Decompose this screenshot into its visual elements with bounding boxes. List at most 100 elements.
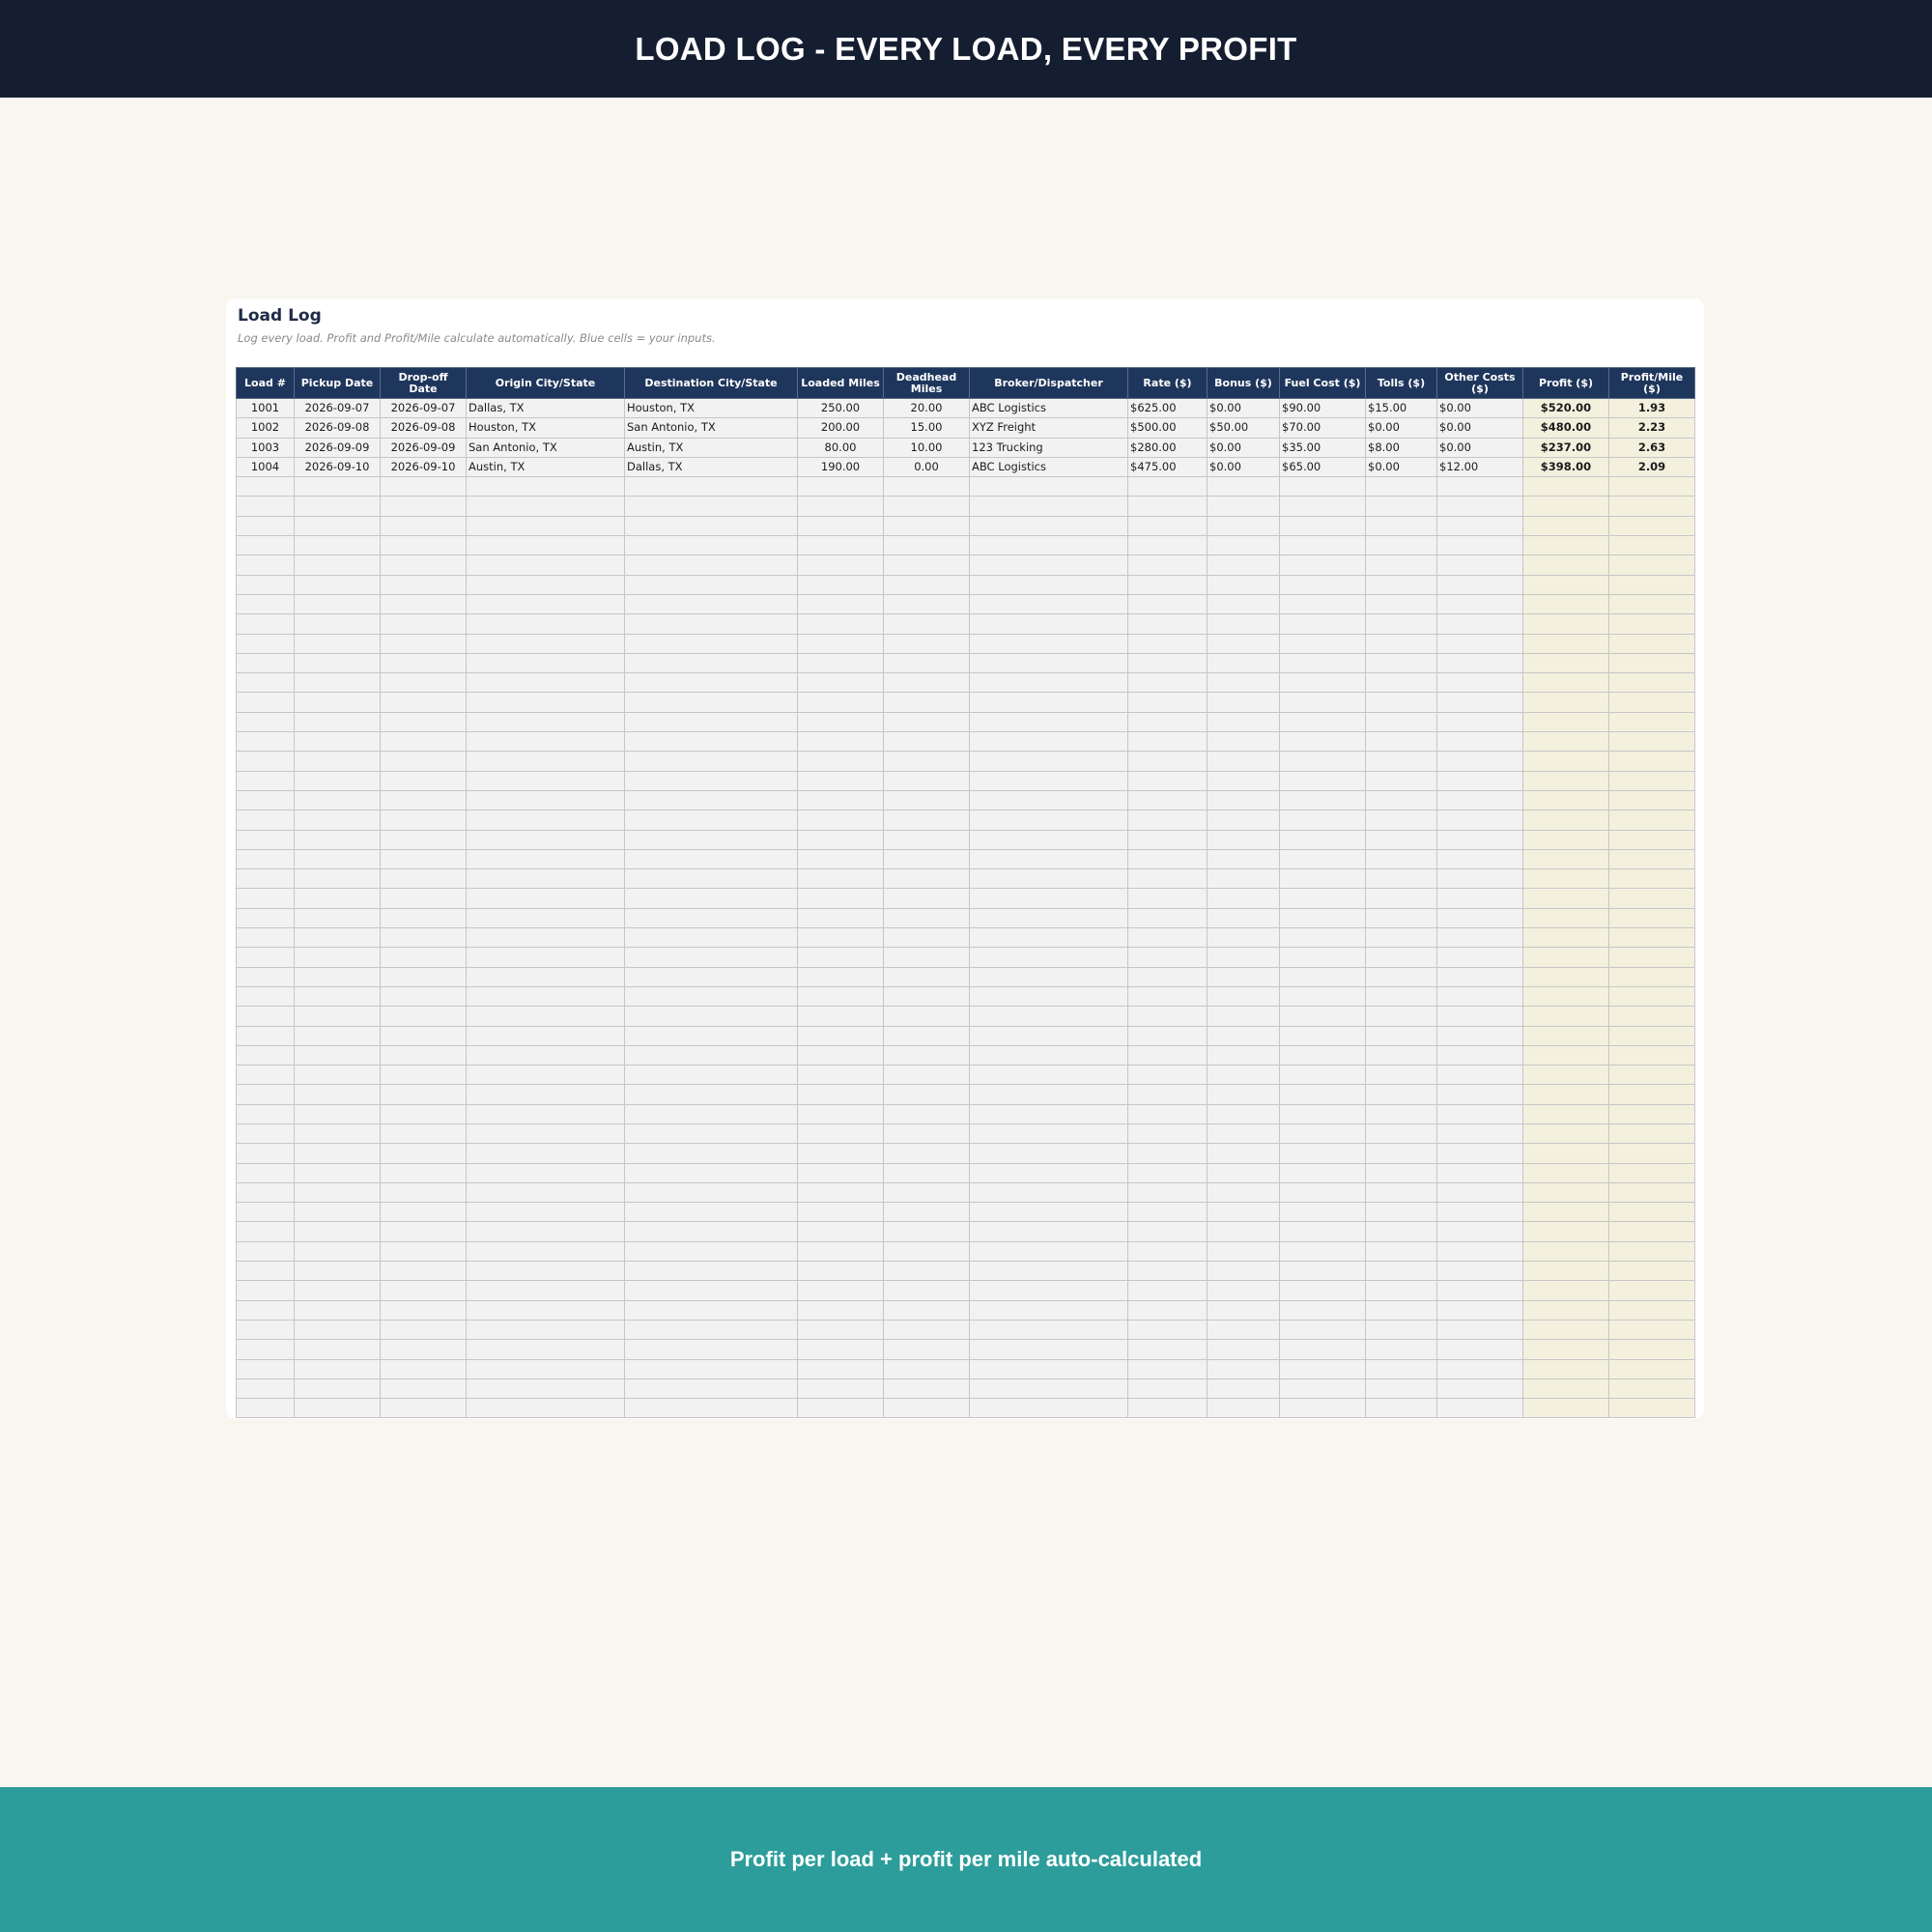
cell-profit-per-mile[interactable]: 1.93 [1608,397,1695,419]
empty-cell-profit[interactable] [1522,1181,1609,1204]
empty-cell-profit[interactable] [1522,1084,1609,1105]
empty-cell-tolls[interactable] [1365,476,1437,497]
cell-bonus[interactable]: $0.00 [1207,397,1280,419]
empty-cell-tolls[interactable] [1365,1025,1437,1046]
empty-cell-destination[interactable] [624,985,798,1008]
cell-profit-per-mile[interactable]: 2.23 [1608,417,1695,439]
empty-cell-pickup-date[interactable] [294,1065,381,1086]
empty-cell-origin[interactable] [466,770,625,791]
empty-cell-broker[interactable] [969,1103,1128,1124]
empty-cell-rate[interactable] [1127,1339,1208,1360]
empty-cell-loaded-miles[interactable] [797,888,884,909]
empty-cell-broker[interactable] [969,711,1128,733]
empty-cell-loaded-miles[interactable] [797,1221,884,1242]
cell-broker[interactable]: 123 Trucking [969,437,1128,458]
empty-cell-tolls[interactable] [1365,692,1437,713]
empty-cell-profit[interactable] [1522,672,1609,694]
empty-cell-broker[interactable] [969,1181,1128,1204]
empty-cell-fuel-cost[interactable] [1279,1044,1366,1066]
empty-cell-deadhead-miles[interactable] [883,1280,970,1301]
empty-cell-pickup-date[interactable] [294,1319,381,1341]
empty-cell-dropoff-date[interactable] [380,966,467,987]
empty-cell-broker[interactable] [969,1065,1128,1086]
empty-cell-deadhead-miles[interactable] [883,476,970,497]
empty-cell-pickup-date[interactable] [294,751,381,772]
empty-cell-tolls[interactable] [1365,652,1437,674]
empty-cell-origin[interactable] [466,515,625,537]
empty-cell-destination[interactable] [624,1181,798,1204]
empty-cell-profit-per-mile[interactable] [1608,1358,1695,1379]
empty-cell-profit-per-mile[interactable] [1608,554,1695,576]
empty-cell-tolls[interactable] [1365,672,1437,694]
empty-cell-load-number[interactable] [236,1339,295,1360]
empty-cell-destination[interactable] [624,496,798,517]
empty-cell-loaded-miles[interactable] [797,1319,884,1341]
empty-cell-load-number[interactable] [236,711,295,733]
empty-cell-bonus[interactable] [1207,1103,1280,1124]
empty-cell-deadhead-miles[interactable] [883,1221,970,1242]
cell-destination[interactable]: Dallas, TX [624,456,798,478]
empty-cell-pickup-date[interactable] [294,810,381,831]
cell-load-number[interactable]: 1001 [236,397,295,419]
cell-tolls[interactable]: $8.00 [1365,437,1437,458]
empty-cell-origin[interactable] [466,848,625,870]
empty-cell-origin[interactable] [466,1261,625,1282]
empty-cell-other-costs[interactable] [1436,1221,1523,1242]
empty-cell-deadhead-miles[interactable] [883,1162,970,1183]
empty-cell-pickup-date[interactable] [294,1162,381,1183]
empty-cell-destination[interactable] [624,1202,798,1223]
empty-cell-destination[interactable] [624,789,798,811]
empty-cell-destination[interactable] [624,613,798,635]
empty-cell-bonus[interactable] [1207,947,1280,968]
empty-cell-load-number[interactable] [236,1122,295,1145]
empty-cell-fuel-cost[interactable] [1279,554,1366,576]
empty-cell-destination[interactable] [624,1358,798,1379]
empty-cell-other-costs[interactable] [1436,1398,1523,1419]
empty-cell-fuel-cost[interactable] [1279,1358,1366,1379]
empty-cell-fuel-cost[interactable] [1279,476,1366,497]
empty-cell-dropoff-date[interactable] [380,985,467,1008]
column-header-destination[interactable]: Destination City/State [624,367,798,399]
empty-cell-rate[interactable] [1127,1122,1208,1145]
empty-cell-bonus[interactable] [1207,1261,1280,1282]
empty-cell-loaded-miles[interactable] [797,829,884,850]
cell-dropoff-date[interactable]: 2026-09-07 [380,397,467,419]
empty-cell-deadhead-miles[interactable] [883,1044,970,1066]
empty-cell-profit-per-mile[interactable] [1608,1202,1695,1223]
empty-cell-rate[interactable] [1127,633,1208,654]
empty-cell-tolls[interactable] [1365,1006,1437,1027]
empty-cell-destination[interactable] [624,1280,798,1301]
empty-cell-load-number[interactable] [236,789,295,811]
empty-cell-deadhead-miles[interactable] [883,692,970,713]
empty-cell-destination[interactable] [624,1122,798,1145]
empty-cell-profit[interactable] [1522,1143,1609,1164]
empty-cell-profit[interactable] [1522,966,1609,987]
empty-cell-origin[interactable] [466,476,625,497]
empty-cell-tolls[interactable] [1365,1044,1437,1066]
cell-loaded-miles[interactable]: 190.00 [797,456,884,478]
empty-cell-bonus[interactable] [1207,593,1280,615]
empty-cell-fuel-cost[interactable] [1279,633,1366,654]
empty-cell-tolls[interactable] [1365,1358,1437,1379]
empty-cell-profit-per-mile[interactable] [1608,476,1695,497]
empty-cell-rate[interactable] [1127,848,1208,870]
empty-cell-destination[interactable] [624,1221,798,1242]
empty-cell-broker[interactable] [969,1378,1128,1400]
empty-cell-profit-per-mile[interactable] [1608,848,1695,870]
empty-cell-dropoff-date[interactable] [380,554,467,576]
empty-cell-bonus[interactable] [1207,966,1280,987]
empty-cell-other-costs[interactable] [1436,1065,1523,1086]
empty-cell-origin[interactable] [466,1299,625,1321]
column-header-pickup-date[interactable]: Pickup Date [294,367,381,399]
cell-other-costs[interactable]: $0.00 [1436,437,1523,458]
empty-cell-profit-per-mile[interactable] [1608,947,1695,968]
empty-cell-other-costs[interactable] [1436,1143,1523,1164]
empty-cell-tolls[interactable] [1365,731,1437,753]
empty-cell-bonus[interactable] [1207,554,1280,576]
empty-cell-destination[interactable] [624,1398,798,1419]
empty-cell-pickup-date[interactable] [294,1143,381,1164]
empty-cell-origin[interactable] [466,535,625,556]
empty-cell-profit[interactable] [1522,829,1609,850]
empty-cell-bonus[interactable] [1207,751,1280,772]
empty-cell-origin[interactable] [466,672,625,694]
